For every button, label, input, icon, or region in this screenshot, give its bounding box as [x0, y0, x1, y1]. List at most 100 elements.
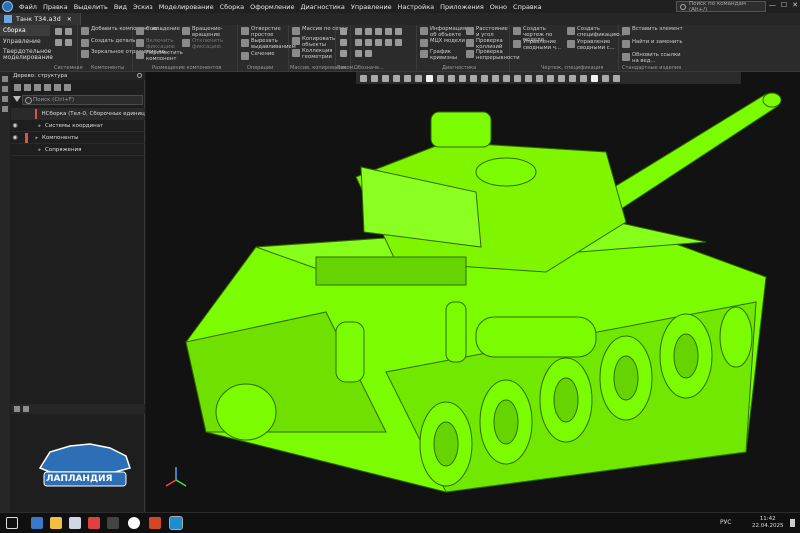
enable-fixation-button[interactable]: Включить фиксацию [136, 38, 180, 50]
menu-manage[interactable]: Управление [348, 3, 395, 11]
base-icon[interactable] [375, 39, 382, 46]
properties-panel-icon[interactable] [2, 86, 8, 92]
command-search-input[interactable]: Поиск по командам (Alt+/) [676, 1, 766, 13]
plane-icon[interactable] [340, 28, 347, 35]
insert-element-button[interactable]: Вставить элемент [622, 26, 688, 35]
create-spec-button[interactable]: Создать спецификацию... [567, 26, 625, 38]
update-links-button[interactable]: Обновить ссылки на вед... [622, 52, 688, 64]
maximize-icon[interactable]: ☐ [781, 1, 787, 9]
taskbar-clock[interactable]: 11:42 22.04.2025 [752, 516, 784, 530]
filter-icon[interactable] [13, 96, 21, 102]
menu-sketch[interactable]: Эскиз [130, 3, 156, 11]
distance-angle-button[interactable]: Расстояние и угол [466, 26, 510, 38]
tree-panel-icon[interactable] [2, 76, 8, 82]
library-panel-icon[interactable] [2, 106, 8, 112]
panel-close-icon[interactable] [137, 73, 142, 78]
leader-icon[interactable] [395, 28, 402, 35]
simple-hole-button[interactable]: Отверстие простое [241, 26, 287, 38]
menu-assembly[interactable]: Сборка [217, 3, 248, 11]
menu-diagnostics[interactable]: Диагностика [297, 3, 347, 11]
tree-settings-icon[interactable] [64, 83, 71, 91]
expand-arrow-icon[interactable]: ▸ [28, 135, 38, 141]
menu-edit[interactable]: Правка [40, 3, 71, 11]
curvature-graph-button[interactable]: График кривизны [420, 49, 464, 61]
copy-objects-button[interactable]: Копировать объекты [292, 36, 336, 48]
tree-row-coordinate-systems[interactable]: ◉ ▸ Системы координат [11, 120, 145, 132]
create-part-button[interactable]: Создать деталь [81, 38, 135, 47]
notifications-icon[interactable] [790, 519, 795, 527]
document-icon[interactable] [69, 517, 81, 529]
mode-assembly[interactable]: Сборка [0, 25, 50, 36]
roughness-icon[interactable] [355, 39, 362, 46]
geometry-collection-button[interactable]: Коллекция геометрии [292, 48, 336, 60]
mass-properties-button[interactable]: МЦХ модели [420, 38, 465, 47]
menu-help[interactable]: Справка [510, 3, 545, 11]
mode-solid-modeling[interactable]: Твердотельное моделирование [0, 47, 53, 63]
axis-icon[interactable] [340, 39, 347, 46]
disable-fixation-button[interactable]: Отключить фиксацию [182, 38, 236, 50]
presentation-icon[interactable] [149, 517, 161, 529]
coincidence-button[interactable]: Совпадение [136, 26, 180, 35]
tree-expand-icon[interactable] [24, 83, 31, 91]
app-blue-icon[interactable] [31, 517, 43, 529]
tank-model[interactable] [146, 72, 800, 512]
tolerance-icon[interactable] [365, 39, 372, 46]
tray-lang[interactable]: РУС [720, 519, 731, 526]
angle-dim-icon[interactable] [365, 28, 372, 35]
tree-filter-icon[interactable] [44, 83, 51, 91]
menu-window[interactable]: Окно [487, 3, 510, 11]
start-icon[interactable] [6, 517, 18, 529]
props-grid-icon[interactable] [23, 406, 29, 412]
menu-settings[interactable]: Настройка [395, 3, 437, 11]
minimize-icon[interactable]: — [769, 1, 776, 9]
layers-panel-icon[interactable] [2, 96, 8, 102]
tree-row-root[interactable]: НСборка (Тел-0, Сборочных единиц-0 [11, 108, 145, 120]
position-icon[interactable] [365, 50, 372, 57]
tree-row-mates[interactable]: ▸ Сопряжения [11, 144, 145, 156]
expand-arrow-icon[interactable]: ▸ [19, 123, 41, 129]
undo-icon[interactable] [65, 39, 72, 46]
visibility-eye-icon[interactable]: ◉ [11, 122, 19, 129]
radius-dim-icon[interactable] [375, 28, 382, 35]
document-tab[interactable]: Танк Т34.a3d ✕ [0, 13, 81, 25]
menu-design[interactable]: Оформление [247, 3, 297, 11]
open-icon[interactable] [55, 39, 62, 46]
point-icon[interactable] [340, 50, 347, 57]
find-replace-button[interactable]: Найти и заменить [622, 39, 688, 48]
tree-history-icon[interactable] [34, 83, 41, 91]
tree-search-input[interactable]: Поиск (Ctrl+F) [22, 95, 143, 105]
yandex-browser-icon[interactable] [128, 517, 140, 529]
section-button[interactable]: Сечение [241, 51, 275, 60]
object-info-button[interactable]: Информация об объекте [420, 26, 466, 38]
diameter-dim-icon[interactable] [385, 28, 392, 35]
tree-row-components[interactable]: ◉ ▸ Компоненты [11, 132, 145, 144]
folder-icon[interactable] [50, 517, 62, 529]
menu-file[interactable]: Файл [16, 3, 40, 11]
visibility-eye-icon[interactable]: ◉ [11, 134, 19, 141]
3d-viewport[interactable] [146, 72, 800, 512]
expand-arrow-icon[interactable]: ▸ [19, 147, 41, 153]
move-component-button[interactable]: Переместить компонент [136, 50, 186, 62]
manage-drawings-button[interactable]: Управление сводными ч... [513, 39, 565, 51]
props-list-icon[interactable] [14, 406, 20, 412]
new-icon[interactable] [55, 28, 62, 35]
kompas-3d-icon[interactable] [169, 516, 183, 530]
continuity-check-button[interactable]: Проверка непрерывности [466, 49, 520, 61]
calendar-icon[interactable] [88, 517, 100, 529]
menu-select[interactable]: Выделить [71, 3, 111, 11]
menu-modeling[interactable]: Моделирование [156, 3, 217, 11]
menu-view[interactable]: Вид [111, 3, 130, 11]
tree-sort-icon[interactable] [54, 83, 61, 91]
tree-structure-icon[interactable] [14, 83, 21, 91]
app-logo-icon[interactable] [2, 1, 13, 12]
dimension-icon[interactable] [355, 28, 362, 35]
cut-extrude-button[interactable]: Вырезать выдавливанием [241, 38, 296, 50]
table-icon[interactable] [395, 39, 402, 46]
rotation-button[interactable]: Вращение-вращение [182, 26, 236, 38]
manage-specs-button[interactable]: Управление сводными с... [567, 39, 619, 51]
close-icon[interactable]: ✕ [792, 1, 798, 9]
text-icon[interactable] [385, 39, 392, 46]
menu-apps[interactable]: Приложения [437, 3, 487, 11]
app-dark-icon[interactable] [107, 517, 119, 529]
tab-close-icon[interactable]: ✕ [67, 16, 72, 23]
